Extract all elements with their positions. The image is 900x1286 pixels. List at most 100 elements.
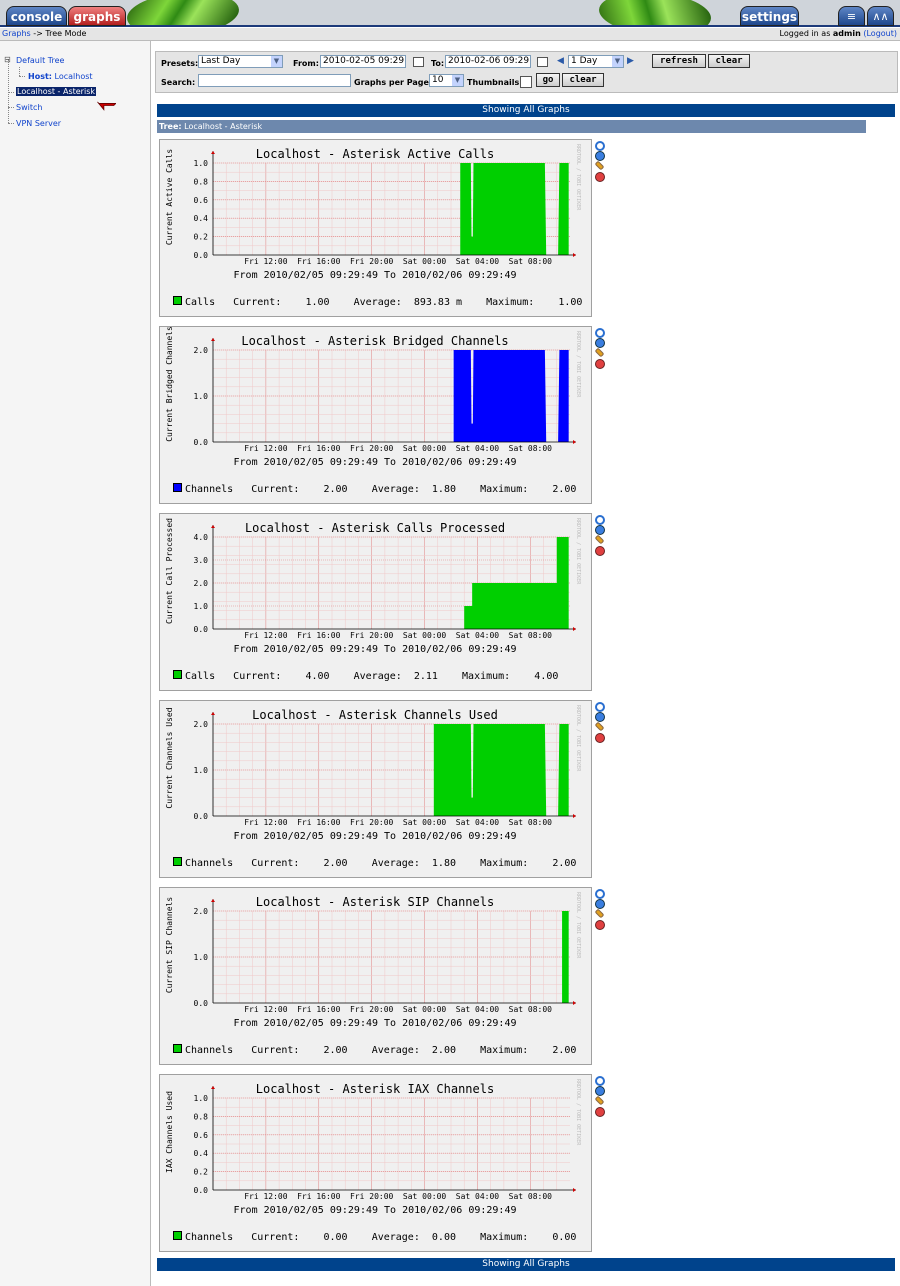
delete-icon[interactable]	[595, 1107, 605, 1117]
to-input[interactable]: 2010-02-06 09:29	[445, 55, 531, 68]
shift-left-icon[interactable]: ◀	[557, 56, 564, 66]
x-tick-label: Fri 20:00	[350, 257, 394, 266]
chevron-down-icon: ▼	[271, 56, 282, 67]
graph-plot[interactable]: 0.0 1.0 2.0 Fri 12:00 Fri 16:00 Fri 20:00 Sat …	[160, 701, 591, 877]
search-input[interactable]	[198, 74, 351, 87]
legend-series-name: Channels	[185, 1045, 234, 1056]
delete-icon[interactable]	[595, 920, 605, 930]
edit-icon[interactable]	[594, 160, 605, 171]
tab-console[interactable]: console	[6, 6, 67, 26]
tree-root[interactable]: Default Tree	[16, 56, 64, 65]
delete-icon[interactable]	[595, 172, 605, 182]
edit-icon[interactable]	[594, 534, 605, 545]
graph-plot[interactable]: 0.0 1.0 2.0 Fri 12:00 Fri 16:00 Fri 20:00 Sat …	[160, 888, 591, 1064]
tree-item-vpn-server[interactable]: VPN Server	[16, 119, 61, 128]
shift-right-icon[interactable]: ▶	[627, 56, 634, 66]
zoom-icon[interactable]	[595, 141, 605, 151]
tab-settings[interactable]: settings	[740, 6, 799, 26]
tree-host[interactable]: Host: Localhost	[28, 72, 93, 81]
edit-icon[interactable]	[594, 908, 605, 919]
zoom-icon[interactable]	[595, 515, 605, 525]
clear-search-button[interactable]: clear	[562, 73, 604, 87]
legend-average-value: 893.83 m	[413, 297, 463, 308]
timespan-select[interactable]: 1 Day ▼	[568, 55, 624, 68]
legend-swatch	[173, 857, 182, 866]
graph-card[interactable]: Localhost - Asterisk Active Calls Current…	[159, 139, 592, 317]
zoom-icon[interactable]	[595, 1076, 605, 1086]
x-tick-label: Fri 16:00	[297, 818, 341, 827]
showing-all-graphs-top[interactable]: Showing All Graphs	[157, 104, 895, 117]
banner-leaf-left	[117, 0, 249, 27]
zoom-icon[interactable]	[595, 702, 605, 712]
graph-time-range: From 2010/02/05 09:29:49 To 2010/02/06 0…	[233, 831, 517, 842]
graph-plot[interactable]: 0.0 0.2 0.4 0.6 0.8 1.0 Fri 12:00 Fri 16:00 Fri …	[160, 140, 591, 316]
legend-swatch	[173, 296, 182, 305]
graph-card[interactable]: Localhost - Asterisk SIP Channels Current…	[159, 887, 592, 1065]
view-icon[interactable]	[595, 712, 605, 722]
legend-maximum-value: 4.00	[534, 671, 559, 682]
delete-icon[interactable]	[595, 733, 605, 743]
legend-average-value: 1.80	[431, 484, 456, 495]
x-tick-label: Fri 16:00	[297, 631, 341, 640]
zoom-icon[interactable]	[595, 328, 605, 338]
y-axis-arrow-icon	[211, 151, 215, 154]
legend-average-label: Average:	[353, 297, 402, 308]
per-page-select[interactable]: 10 ▼	[429, 74, 464, 87]
view-icon[interactable]	[595, 1086, 605, 1096]
x-tick-label: Sat 08:00	[509, 257, 553, 266]
graph-time-range: From 2010/02/05 09:29:49 To 2010/02/06 0…	[233, 457, 517, 468]
graph-legend: Calls Current: 4.00 Average: 2.11 Maximu…	[173, 670, 558, 682]
y-axis-arrow-icon	[211, 338, 215, 341]
edit-icon[interactable]	[594, 721, 605, 732]
y-tick-label: 0.8	[194, 1112, 209, 1121]
breadcrumb-graphs-link[interactable]: Graphs	[2, 29, 31, 38]
delete-icon[interactable]	[595, 546, 605, 556]
calendar-from-icon[interactable]	[413, 57, 424, 67]
tree-item-switch[interactable]: Switch	[16, 103, 42, 112]
graph-plot[interactable]: 0.0 1.0 2.0 Fri 12:00 Fri 16:00 Fri 20:00 Sat …	[160, 327, 591, 503]
delete-icon[interactable]	[595, 359, 605, 369]
tree-collapse-icon[interactable]: ⊟	[4, 55, 11, 64]
graph-plot[interactable]: 0.0 0.2 0.4 0.6 0.8 1.0 Fri 12:00 Fri 16:00 Fri …	[160, 1075, 591, 1251]
login-user: admin	[832, 29, 861, 38]
graph-card[interactable]: Localhost - Asterisk Bridged Channels Cur…	[159, 326, 592, 504]
timespan-value: 1 Day	[571, 56, 598, 66]
edit-icon[interactable]	[594, 347, 605, 358]
graph-plot[interactable]: 0.0 1.0 2.0 3.0 4.0 Fri 12:00 Fri 16:00 Fri 20:…	[160, 514, 591, 690]
x-tick-label: Sat 00:00	[403, 444, 447, 453]
legend-maximum-label: Maximum:	[480, 1232, 529, 1243]
preview-view-icon[interactable]: ∧∧	[867, 6, 894, 26]
list-view-icon[interactable]: ≡	[838, 6, 865, 26]
y-tick-label: 0.8	[194, 177, 209, 186]
y-tick-label: 0.0	[194, 999, 209, 1008]
view-icon[interactable]	[595, 899, 605, 909]
presets-select[interactable]: Last Day ▼	[198, 55, 283, 68]
y-tick-label: 0.0	[194, 251, 209, 260]
tab-graphs[interactable]: graphs	[68, 6, 126, 26]
view-icon[interactable]	[595, 338, 605, 348]
showing-all-graphs-bottom[interactable]: Showing All Graphs	[157, 1258, 895, 1271]
graph-card[interactable]: Localhost - Asterisk Channels Used Curren…	[159, 700, 592, 878]
x-tick-label: Sat 04:00	[456, 818, 500, 827]
y-tick-label: 0.0	[194, 438, 209, 447]
x-axis-arrow-icon	[573, 1188, 576, 1192]
from-input[interactable]: 2010-02-05 09:29	[320, 55, 406, 68]
go-button[interactable]: go	[536, 73, 560, 87]
view-icon[interactable]	[595, 525, 605, 535]
calendar-to-icon[interactable]	[537, 57, 548, 67]
x-tick-label: Sat 08:00	[509, 1192, 553, 1201]
logout-link[interactable]: (Logout)	[863, 29, 897, 38]
graph-card[interactable]: Localhost - Asterisk IAX Channels IAX Cha…	[159, 1074, 592, 1252]
graph-card[interactable]: Localhost - Asterisk Calls Processed Curr…	[159, 513, 592, 691]
thumbnails-checkbox[interactable]	[520, 76, 532, 88]
tree-item-localhost-asterisk[interactable]: Localhost - Asterisk	[16, 87, 96, 96]
view-icon[interactable]	[595, 151, 605, 161]
clear-button[interactable]: clear	[708, 54, 750, 68]
y-tick-label: 1.0	[194, 953, 209, 962]
refresh-button[interactable]: refresh	[652, 54, 706, 68]
edit-icon[interactable]	[594, 1095, 605, 1106]
search-label: Search:	[161, 78, 196, 87]
x-tick-label: Fri 16:00	[297, 444, 341, 453]
legend-current-label: Current:	[251, 1045, 300, 1056]
zoom-icon[interactable]	[595, 889, 605, 899]
